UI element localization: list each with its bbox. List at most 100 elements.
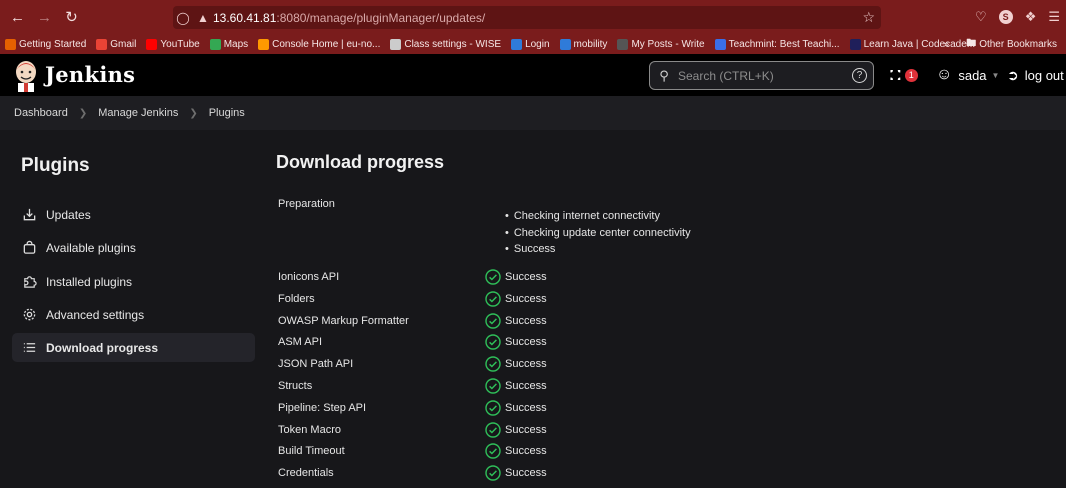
breadcrumb-manage-jenkins[interactable]: Manage Jenkins: [98, 107, 178, 119]
plugin-name: ASM API: [278, 336, 323, 348]
bookmark-star-icon[interactable]: ☆: [862, 9, 875, 26]
plugin-name: Credentials: [278, 467, 334, 479]
sidebar-item-installed-plugins[interactable]: Installed plugins: [12, 267, 255, 296]
preparation-steps: Checking internet connectivity Checking …: [505, 208, 691, 258]
table-row: Credentials Success: [278, 462, 678, 484]
address-bar[interactable]: ◯ ▲ 13.60.41.81:8080/manage/pluginManage…: [173, 6, 881, 29]
table-row: JSON Path API Success: [278, 353, 678, 375]
plugin-name: JSON Path API: [278, 358, 354, 370]
bookmark-favicon-icon: [146, 38, 158, 50]
browser-toolbar: ← → ↻ ◯ ▲ 13.60.41.81:8080/manage/plugin…: [0, 0, 1066, 34]
table-row: Pipeline: Step API Success: [278, 397, 678, 419]
breadcrumb-dashboard[interactable]: Dashboard: [14, 107, 68, 119]
sidebar-item-label: Advanced settings: [46, 307, 145, 322]
forward-button[interactable]: →: [31, 0, 58, 34]
bookmark-favicon-icon: [5, 38, 16, 50]
sidebar-item-updates[interactable]: Updates: [12, 200, 255, 229]
bookmark-favicon-icon: [714, 38, 726, 50]
list-item: Checking internet connectivity: [505, 208, 691, 225]
logout-label: log out: [1024, 67, 1064, 83]
status-text: Success: [505, 424, 547, 436]
search-icon: ⚲: [659, 67, 669, 83]
user-menu[interactable]: ☺ sada ▼: [936, 54, 999, 96]
bookmark-favicon-icon: [209, 38, 221, 50]
search-box[interactable]: ⚲ Search (CTRL+K) ?: [649, 61, 874, 90]
bookmark-favicon-icon: [849, 38, 861, 50]
url-path: :8080/manage/pluginManager/updates/: [276, 10, 486, 25]
bookmark-label: Login: [525, 38, 550, 50]
sidebar-item-download-progress[interactable]: Download progress: [12, 333, 255, 362]
chevron-down-icon: ▼: [991, 70, 1000, 80]
extensions-icon[interactable]: ❖: [1025, 9, 1037, 25]
sidebar-title: Plugins: [21, 155, 90, 176]
profile-avatar[interactable]: S: [998, 10, 1013, 24]
list-item: Checking update center connectivity: [505, 225, 691, 242]
folder-icon: 🖿: [966, 37, 977, 49]
breadcrumb-plugins[interactable]: Plugins: [209, 107, 245, 119]
gear-icon: [12, 307, 46, 322]
other-bookmarks[interactable]: 🖿 Other Bookmarks: [961, 36, 1062, 53]
check-circle-icon: [485, 422, 501, 438]
shield-icon: ◯: [176, 10, 190, 25]
bookmark-favicon-icon: [258, 38, 270, 50]
plugin-status: Success: [485, 291, 547, 307]
sidebar-item-label: Installed plugins: [46, 274, 133, 289]
pocket-icon[interactable]: ♡: [975, 9, 987, 25]
bookmark-item[interactable]: My Posts - Write: [612, 38, 709, 50]
list-icon: [12, 340, 46, 355]
status-text: Success: [505, 445, 547, 457]
download-icon: [12, 207, 46, 222]
bookmark-item[interactable]: Class settings - WISE: [385, 38, 506, 50]
plugin-name: Pipeline: Step API: [278, 402, 367, 414]
help-icon[interactable]: ?: [852, 68, 867, 83]
plugin-name: Folders: [278, 293, 315, 305]
lock-icon: ▲: [197, 10, 209, 25]
bookmark-item[interactable]: Maps: [205, 38, 253, 50]
back-button[interactable]: ←: [4, 0, 31, 34]
puzzle-icon: [12, 274, 46, 289]
table-row: Token Macro Success: [278, 419, 678, 441]
user-icon: ☺: [936, 66, 953, 83]
more-bookmarks-icon[interactable]: »: [944, 39, 950, 50]
user-name: sada: [958, 67, 987, 83]
sidebar-item-label: Download progress: [46, 340, 159, 355]
table-row: Folders Success: [278, 288, 678, 310]
plugin-status: Success: [485, 313, 547, 329]
shield-alert-icon: ⛚: [890, 66, 901, 84]
search-input[interactable]: Search (CTRL+K): [678, 69, 774, 83]
status-text: Success: [505, 315, 547, 327]
plugin-status: Success: [485, 269, 547, 285]
table-row: OWASP Markup Formatter Success: [278, 310, 678, 332]
reload-button[interactable]: ↻: [58, 0, 85, 34]
plugin-status: Success: [485, 465, 547, 481]
security-alert-button[interactable]: ⛚ 1: [890, 54, 918, 96]
logout-button[interactable]: ➲ log out: [1007, 54, 1064, 96]
bookmark-label: Console Home | eu-no...: [272, 38, 381, 50]
bookmark-item[interactable]: Login: [506, 38, 554, 50]
plugin-status: Success: [485, 443, 547, 459]
jenkins-header: Jenkins ⚲ Search (CTRL+K) ? ⛚ 1 ☺ sada ▼…: [0, 54, 1066, 96]
shopping-bag-icon: [12, 240, 46, 255]
check-circle-icon: [485, 334, 501, 350]
bookmark-label: Maps: [223, 38, 249, 50]
bookmark-label: mobility: [573, 38, 608, 50]
table-row: ASM API Success: [278, 331, 678, 353]
status-text: Success: [505, 358, 547, 370]
bookmark-label: YouTube: [160, 38, 200, 50]
check-circle-icon: [485, 465, 501, 481]
sidebar-item-available-plugins[interactable]: Available plugins: [12, 233, 255, 262]
jenkins-logo-icon[interactable]: [13, 58, 39, 92]
bookmark-item[interactable]: Gmail: [91, 38, 141, 50]
list-item: Success: [505, 241, 691, 258]
jenkins-brand[interactable]: Jenkins: [45, 62, 135, 87]
sidebar-item-advanced-settings[interactable]: Advanced settings: [12, 300, 255, 329]
bookmark-item[interactable]: YouTube: [141, 38, 204, 50]
bookmark-item[interactable]: mobility: [555, 38, 613, 50]
bookmark-item[interactable]: Console Home | eu-no...: [253, 38, 385, 50]
table-row: Build Timeout Success: [278, 440, 678, 462]
bookmark-item[interactable]: Getting Started: [0, 38, 91, 50]
bookmark-item[interactable]: Teachmint: Best Teachi...: [710, 38, 845, 50]
menu-icon[interactable]: ☰: [1048, 9, 1060, 25]
status-text: Success: [505, 271, 547, 283]
chevron-right-icon: ❯: [78, 107, 88, 119]
